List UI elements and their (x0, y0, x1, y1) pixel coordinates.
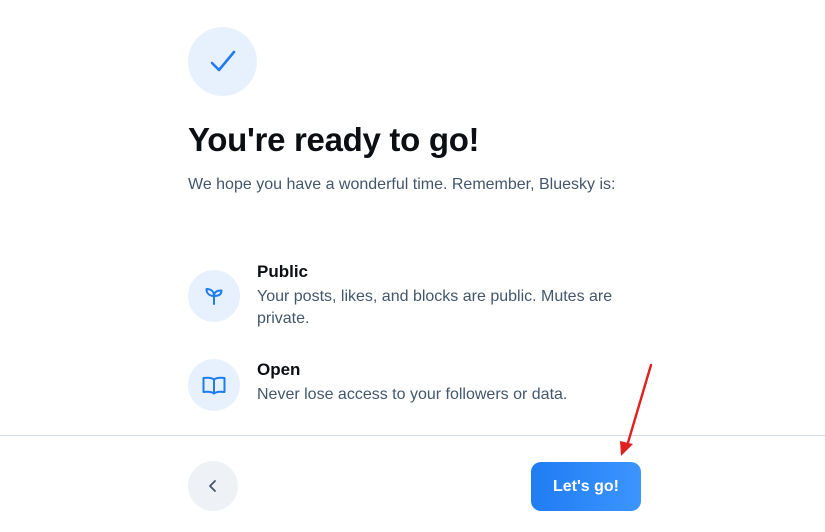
book-icon (202, 376, 226, 395)
lets-go-button[interactable]: Let's go! (531, 462, 641, 511)
feature-description: Your posts, likes, and blocks are public… (257, 288, 613, 327)
back-button[interactable] (188, 461, 238, 511)
feature-title: Public (257, 262, 309, 281)
feature-title: Open (257, 360, 301, 379)
success-badge (188, 27, 257, 96)
onboarding-finish-screen: You're ready to go! We hope you have a w… (0, 0, 825, 532)
feature-icon-badge (188, 359, 240, 411)
checkmark-icon (210, 50, 235, 71)
feature-item-open: Open Never lose access to your followers… (188, 359, 658, 420)
feature-item-public: Public Your posts, likes, and blocks are… (188, 262, 658, 327)
page-subtitle: We hope you have a wonderful time. Remem… (188, 176, 616, 193)
sprout-icon (205, 288, 223, 305)
feature-icon-badge (188, 270, 240, 322)
footer-divider (0, 435, 825, 436)
feature-description: Never lose access to your followers or d… (257, 386, 568, 403)
page-title: You're ready to go! (188, 121, 480, 158)
chevron-left-icon (209, 480, 216, 492)
